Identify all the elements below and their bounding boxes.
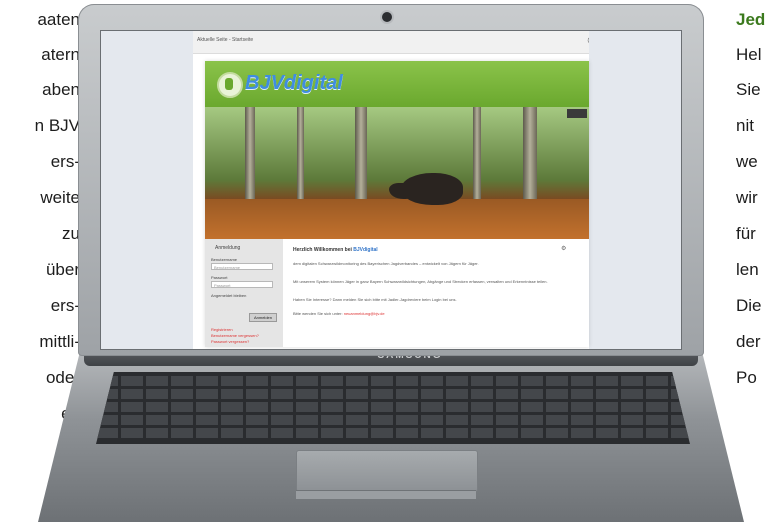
welcome-contact-line: Bitte wenden Sie sich unter: neuanmeldun… — [293, 311, 577, 317]
article-text-line: weite — [40, 188, 80, 207]
page-background-left — [101, 31, 193, 349]
keyboard-row — [96, 402, 690, 412]
contact-email-link[interactable]: neuanmeldung@bjv.de — [344, 311, 385, 316]
article-text-line: Po — [736, 368, 757, 387]
site-banner: BJVdigital — [205, 61, 589, 107]
article-text-line: Hel — [736, 45, 762, 64]
remember-me-checkbox[interactable]: Angemeldet bleiben — [211, 293, 246, 298]
article-text-line: nit — [736, 116, 754, 135]
article-right-column: Jed Hel Sie nit we wir für len Die der P… — [732, 0, 766, 522]
welcome-content: Herzlich Willkommen bei BJVdigital ⚙ dem… — [291, 239, 589, 347]
article-text-line: mittli- — [39, 332, 80, 351]
username-label: Benutzername — [211, 257, 238, 262]
article-text-line: ers- — [50, 296, 80, 315]
article-text-line: für — [736, 224, 756, 243]
keyboard-row — [96, 415, 690, 425]
forest-floor — [205, 199, 589, 239]
contact-prefix: Bitte wenden Sie sich unter: — [293, 311, 343, 316]
touchpad-buttons — [296, 490, 476, 499]
forgot-username-link[interactable]: Benutzername vergessen? — [211, 333, 259, 338]
article-text-line: der — [736, 332, 761, 351]
site-logo-text[interactable]: BJVdigital — [245, 72, 343, 95]
welcome-heading-prefix: Herzlich Willkommen bei — [293, 247, 352, 253]
welcome-heading-brand: BJVdigital — [353, 247, 378, 253]
keyboard-row — [96, 376, 690, 386]
forgot-password-link[interactable]: Passwort vergessen? — [211, 339, 249, 344]
bjv-website: BJVdigital Anmeldung Benutzername Benutz… — [205, 61, 589, 347]
register-link[interactable]: Registrieren — [211, 327, 233, 332]
photo-corner-tab[interactable] — [567, 109, 587, 118]
article-text-line: Die — [736, 296, 762, 315]
header-photo-boar — [205, 107, 589, 239]
article-text-line: atern — [41, 45, 80, 64]
article-text-line: ers- — [50, 152, 80, 171]
article-text-line: über — [45, 260, 80, 279]
bjv-logo-icon — [217, 72, 243, 98]
article-text-line: wir — [736, 188, 758, 207]
login-title: Anmeldung — [215, 245, 241, 251]
page-background-right — [589, 31, 681, 349]
password-input[interactable]: Passwort — [211, 281, 273, 288]
article-text-line: n BJV — [34, 116, 80, 135]
wild-boar-head — [389, 183, 413, 199]
browser-tab-title[interactable]: Aktuelle Seite - Startseite — [197, 37, 253, 43]
article-heading: Jed — [736, 10, 766, 29]
username-input[interactable]: Benutzername — [211, 263, 273, 270]
login-submit-button[interactable]: Anmelden — [249, 313, 277, 322]
keyboard-row — [96, 389, 690, 399]
article-text-line: aben — [42, 80, 80, 99]
article-text-line: aaten — [37, 10, 80, 29]
welcome-heading: Herzlich Willkommen bei BJVdigital — [293, 247, 378, 253]
laptop-touchpad — [296, 450, 478, 492]
article-text-line: Sie — [736, 80, 761, 99]
keyboard-row — [96, 428, 690, 438]
laptop-screen: Aktuelle Seite - Startseite ☾ BJVdigital… — [100, 30, 682, 350]
article-text-line: len — [736, 260, 759, 279]
password-label: Passwort — [211, 275, 228, 280]
webcam-icon — [382, 12, 392, 22]
welcome-paragraph: Haben Sie Interesse? Dann melden Sie sic… — [293, 297, 457, 302]
welcome-paragraph: dem digitalen Schwarzwildmonitoring des … — [293, 261, 479, 266]
welcome-paragraph: Mit unserem System können Jäger in ganz … — [293, 279, 548, 284]
article-text-line: we — [736, 152, 758, 171]
laptop-keyboard — [96, 372, 690, 444]
login-panel: Anmeldung Benutzername Benutzername Pass… — [205, 239, 283, 347]
settings-icon[interactable]: ⚙ — [561, 245, 566, 252]
